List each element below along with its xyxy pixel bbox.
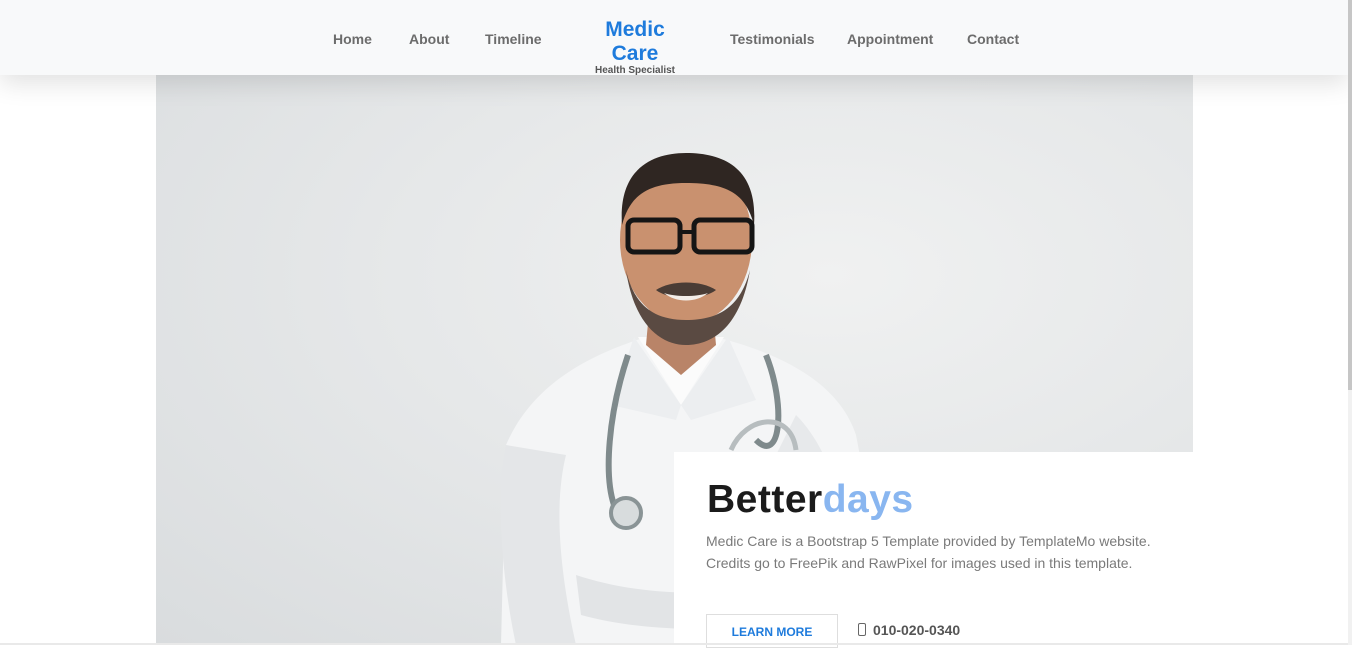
nav-testimonials[interactable]: Testimonials xyxy=(730,31,815,47)
page-scrollbar[interactable] xyxy=(1348,0,1352,645)
brand-title: Medic Care xyxy=(605,18,665,65)
brand-subtitle: Health Specialist xyxy=(594,65,676,76)
hero-title-main: Better xyxy=(707,478,823,521)
phone-number: 010-020-0340 xyxy=(873,622,961,638)
hero-title: Betterdays xyxy=(707,478,914,522)
scrollbar-thumb[interactable] xyxy=(1348,0,1352,390)
hero-card: Betterdays Medic Care is a Bootstrap 5 T… xyxy=(674,452,1193,648)
nav-timeline[interactable]: Timeline xyxy=(485,31,542,47)
phone-link[interactable]: 010-020-0340 xyxy=(858,622,960,638)
brand-logo[interactable]: Medic Care Health Specialist xyxy=(580,18,690,76)
phone-icon xyxy=(858,623,866,636)
nav-contact[interactable]: Contact xyxy=(967,31,1019,47)
hero-description: Medic Care is a Bootstrap 5 Template pro… xyxy=(706,533,1151,571)
nav-appointment[interactable]: Appointment xyxy=(847,31,933,47)
nav-about[interactable]: About xyxy=(409,31,449,47)
nav-home[interactable]: Home xyxy=(333,31,372,47)
hero-title-accent: days xyxy=(822,478,914,521)
top-navbar: Home About Timeline Medic Care Health Sp… xyxy=(0,0,1348,76)
